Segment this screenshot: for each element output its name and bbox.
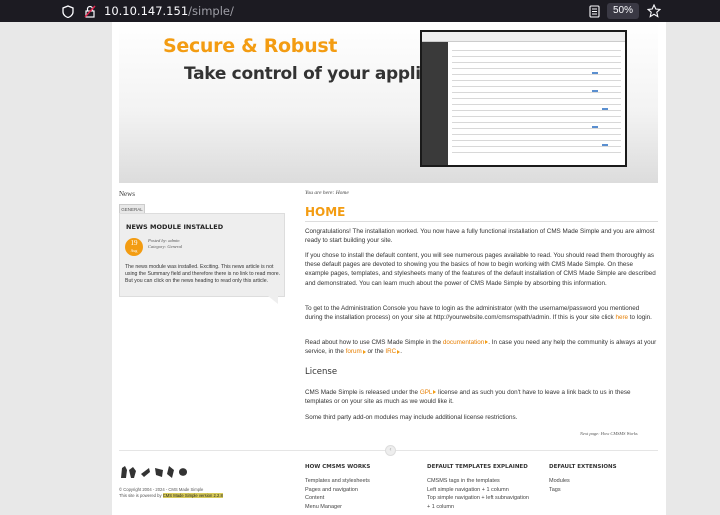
news-article-heading[interactable]: NEWS MODULE INSTALLED [126, 223, 223, 231]
footer-link[interactable]: + 1 column [427, 503, 529, 512]
next-page-link[interactable]: Next page: How CMSMS Works [580, 431, 638, 436]
help-paragraph: Read about how to use CMS Made Simple in… [305, 338, 658, 356]
third-party-paragraph: Some third party add-on modules may incl… [305, 414, 518, 421]
license-paragraph: CMS Made Simple is released under the GP… [305, 388, 658, 406]
admin-text-b: to login. [628, 314, 652, 322]
footer-link[interactable]: CMSMS tags in the templates [427, 477, 529, 486]
footer-copyright: © Copyright 2004 - 2024 - CMS Made Simpl… [119, 487, 223, 499]
footer-logos [119, 464, 203, 480]
page-title: HOME [305, 205, 346, 219]
cms-version-link[interactable]: CMS Made Simple version 2.2.8 [162, 493, 223, 498]
news-date-badge: 19 Aug [125, 238, 143, 256]
footer-link[interactable]: Templates and stylesheets [305, 477, 370, 486]
footer-col-heading: DEFAULT TEMPLATES EXPLAINED [427, 464, 528, 470]
footer-link[interactable]: Top simple navigation + left subnavigati… [427, 494, 529, 503]
page-margin-right [666, 22, 720, 515]
news-category-tab[interactable]: GENERAL [119, 204, 145, 213]
title-divider [305, 221, 658, 222]
gpl-link[interactable]: GPL [420, 389, 433, 396]
reader-view-icon[interactable] [586, 3, 602, 19]
sidebar-news-title: News [119, 190, 135, 198]
powered-by-text: This site is powered by CMS Made Simple … [119, 493, 223, 499]
browser-toolbar: 10.10.147.151/simple/ 50% [0, 0, 720, 22]
footer-link[interactable]: Content [305, 494, 370, 503]
breadcrumb: You are here: Home [305, 190, 349, 196]
bookmark-star-icon[interactable] [646, 3, 662, 19]
admin-text-a: To get to the Administration Console you… [305, 305, 640, 322]
footer-col-heading: DEFAULT EXTENSIONS [549, 464, 617, 470]
news-date-day: 19 [130, 239, 138, 247]
footer-col-how-cmsms-works: HOW CMSMS WORKS Templates and stylesheet… [305, 464, 370, 511]
news-meta: Posted by: admin Category: General [148, 238, 182, 250]
url-host: 10.10.147.151 [104, 4, 189, 18]
footer-col-heading: HOW CMSMS WORKS [305, 464, 371, 470]
footer-link[interactable]: Menu Manager [305, 503, 370, 512]
scroll-top-icon[interactable]: ‹ [385, 445, 396, 456]
license-text-a: CMS Made Simple is released under the [305, 389, 420, 396]
help-text-d: . [400, 348, 402, 356]
license-heading: License [305, 367, 338, 377]
news-article-body: The news module was installed. Exciting.… [125, 264, 281, 284]
help-text-a: Read about how to use CMS Made Simple in… [305, 339, 443, 346]
shield-icon[interactable] [60, 3, 76, 19]
default-content-paragraph: If you chose to install the default cont… [305, 252, 656, 287]
admin-console-paragraph: To get to the Administration Console you… [305, 304, 658, 322]
page-margin-left [0, 22, 112, 515]
documentation-link[interactable]: documentation [443, 339, 484, 346]
powered-by-prefix: This site is powered by [119, 493, 163, 498]
help-text-c: or the [365, 348, 386, 356]
intro-paragraph: Congratulations! The installation worked… [305, 228, 655, 245]
forum-link[interactable]: forum [346, 348, 362, 355]
footer-link[interactable]: Tags [549, 486, 617, 495]
zoom-level-button[interactable]: 50% [607, 3, 639, 19]
news-article-card: NEWS MODULE INSTALLED 19 Aug Posted by: … [119, 213, 285, 304]
banner-headline: Secure & Robust [163, 35, 338, 57]
footer-link[interactable]: Left simple navigation + 1 column [427, 486, 529, 495]
news-date-month: Aug [130, 248, 138, 253]
cmsms-logo-icons [121, 466, 187, 478]
irc-link[interactable]: IRC [385, 348, 396, 355]
news-category: Category: General [148, 244, 183, 249]
admin-login-link[interactable]: here [615, 314, 628, 321]
address-bar[interactable]: 10.10.147.151/simple/ [104, 3, 234, 19]
footer-link[interactable]: Pages and navigation [305, 486, 370, 495]
admin-screenshot-image [420, 30, 627, 167]
footer-col-default-templates: DEFAULT TEMPLATES EXPLAINED CMSMS tags i… [427, 464, 529, 511]
footer-col-default-extensions: DEFAULT EXTENSIONS Modules Tags [549, 464, 617, 494]
footer-link[interactable]: Modules [549, 477, 617, 486]
url-path: /simple/ [188, 4, 234, 18]
lock-warning-icon[interactable] [82, 3, 98, 19]
